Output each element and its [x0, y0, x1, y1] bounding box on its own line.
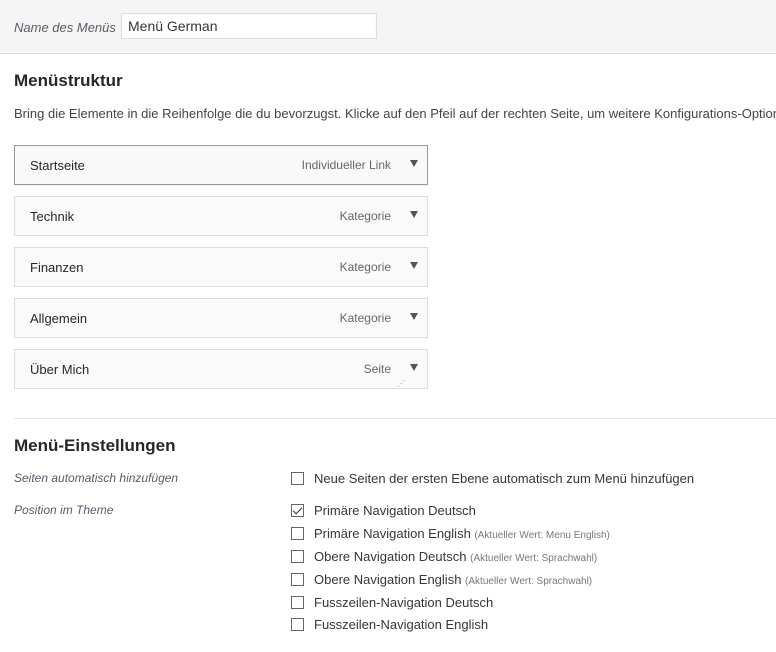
drag-handle-icon: ⋰ — [397, 379, 405, 388]
menu-item-title: Startseite — [30, 158, 85, 173]
location-option-label: Primäre Navigation English (Aktueller We… — [314, 526, 610, 541]
menu-name-label: Name des Menüs — [14, 20, 116, 35]
menu-structure-heading: Menüstruktur — [14, 71, 123, 90]
location-checkbox[interactable] — [291, 596, 304, 609]
menu-item-title: Allgemein — [30, 311, 88, 326]
menu-item-type: Kategorie — [339, 209, 391, 223]
location-checkbox[interactable] — [291, 504, 304, 517]
expand-arrow-icon[interactable] — [410, 313, 418, 320]
menu-item-title: Finanzen — [30, 260, 84, 275]
location-checkbox[interactable] — [291, 527, 304, 540]
current-value-hint: (Aktueller Wert: Sprachwahl) — [470, 553, 598, 564]
expand-arrow-icon[interactable] — [410, 211, 418, 218]
theme-location-label: Position im Theme — [14, 503, 114, 517]
menu-items-list: Startseite Individueller Link Technik Ka… — [14, 145, 428, 400]
expand-arrow-icon[interactable] — [410, 262, 418, 269]
location-option-label: Obere Navigation Deutsch (Aktueller Wert… — [314, 549, 597, 564]
menu-item-type: Seite — [363, 362, 391, 376]
menu-item-title: Technik — [30, 209, 75, 224]
expand-arrow-icon[interactable] — [410, 160, 418, 167]
location-checkbox[interactable] — [291, 573, 304, 586]
expand-arrow-icon[interactable] — [410, 364, 418, 371]
menu-item[interactable]: Technik Kategorie — [14, 196, 428, 236]
menu-item[interactable]: Über Mich Seite ⋰ — [14, 349, 428, 389]
menu-settings-heading: Menü-Einstellungen — [14, 436, 176, 455]
location-name: Obere Navigation English — [314, 572, 462, 587]
menu-item-type: Kategorie — [339, 260, 391, 274]
menu-item-type: Individueller Link — [301, 158, 391, 172]
menu-item[interactable]: Finanzen Kategorie — [14, 247, 428, 287]
location-name: Primäre Navigation English — [314, 526, 471, 541]
auto-add-checkbox[interactable] — [291, 472, 304, 485]
current-value-hint: (Aktueller Wert: Menu English) — [474, 530, 610, 541]
auto-add-option-label: Neue Seiten der ersten Ebene automatisch… — [314, 471, 695, 486]
auto-add-label: Seiten automatisch hinzufügen — [14, 471, 179, 485]
location-option-label: Fusszeilen-Navigation Deutsch — [314, 595, 493, 610]
location-name: Fusszeilen-Navigation Deutsch — [314, 595, 494, 610]
location-name: Fusszeilen-Navigation English — [314, 617, 489, 632]
menu-item[interactable]: Allgemein Kategorie — [14, 298, 428, 338]
location-name: Obere Navigation Deutsch — [314, 549, 467, 564]
location-option-label: Primäre Navigation Deutsch — [314, 503, 476, 518]
location-checkbox[interactable] — [291, 618, 304, 631]
menu-structure-description: Bring die Elemente in die Reihenfolge di… — [14, 106, 776, 121]
menu-item-type: Kategorie — [339, 311, 391, 325]
menu-item[interactable]: Startseite Individueller Link — [14, 145, 428, 185]
location-option-label: Fusszeilen-Navigation English — [314, 617, 488, 632]
location-name: Primäre Navigation Deutsch — [314, 503, 476, 518]
menu-item-title: Über Mich — [30, 362, 90, 377]
section-divider — [14, 418, 776, 419]
menu-name-input[interactable] — [121, 13, 377, 39]
location-option-label: Obere Navigation English (Aktueller Wert… — [314, 572, 592, 587]
location-checkbox[interactable] — [291, 550, 304, 563]
current-value-hint: (Aktueller Wert: Sprachwahl) — [465, 576, 593, 587]
menu-name-bar: Name des Menüs — [0, 0, 776, 54]
